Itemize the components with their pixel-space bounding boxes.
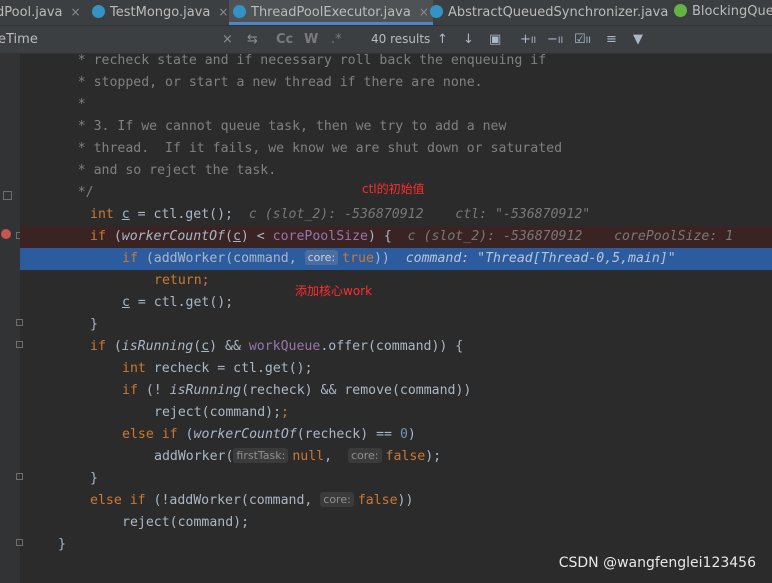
tab-threadpoolexecutor[interactable]: ThreadPoolExecutor.java × xyxy=(229,0,433,25)
close-tab-icon[interactable]: × xyxy=(419,5,429,19)
code-line: reject(command);; xyxy=(154,405,289,420)
code-line: * 3. If we cannot queue task, then we tr… xyxy=(38,119,507,134)
results-count: 40 results xyxy=(371,32,431,46)
tab-testmongo[interactable]: TestMongo.java × xyxy=(92,0,228,25)
next-occurrence-icon[interactable]: ↓ xyxy=(463,26,474,53)
code-line: else if (workerCountOf(recheck) == 0) xyxy=(122,427,416,442)
regex-toggle[interactable]: .* xyxy=(331,26,342,53)
search-input[interactable]: eTime xyxy=(0,26,38,53)
code-line: c = ctl.get(); xyxy=(122,295,234,310)
annotation-add-core-worker: 添加核心work xyxy=(295,284,373,298)
parameter-hint: core: xyxy=(347,448,382,463)
remove-selection-icon[interactable]: −II xyxy=(547,26,563,53)
match-case-toggle[interactable]: Cc xyxy=(276,26,293,53)
java-interface-icon xyxy=(674,4,687,17)
tab-dpool[interactable]: dPool.java × xyxy=(0,0,81,25)
regex-history-icon[interactable]: ⇆ xyxy=(247,26,258,53)
code-line: } xyxy=(90,471,98,486)
code-line: return; xyxy=(154,273,210,288)
open-in-window-icon[interactable]: ▣ xyxy=(489,26,501,53)
code-line: * xyxy=(38,97,86,112)
code-line: addWorker(firstTask: null, core: false); xyxy=(154,448,442,464)
java-class-icon xyxy=(92,5,105,18)
filter-options-icon[interactable]: ≡ xyxy=(606,26,617,53)
code-line: int c = ctl.get(); c (slot_2): -53687091… xyxy=(90,207,591,222)
code-line: int recheck = ctl.get(); xyxy=(122,361,313,376)
code-line: * stopped, or start a new thread if ther… xyxy=(38,75,483,90)
debug-inline-value: c (slot_2): -536870912 corePoolSize: 1 xyxy=(407,229,734,244)
debug-inline-value: c (slot_2): -536870912 ctl: "-536870912" xyxy=(248,207,591,222)
code-line: if (! isRunning(recheck) && remove(comma… xyxy=(122,383,472,398)
editor-gutter xyxy=(0,54,23,583)
code-editor[interactable]: * recheck state and if necessary roll ba… xyxy=(20,53,772,583)
code-line: } xyxy=(90,317,98,332)
select-all-occurrences-icon[interactable]: ☑II xyxy=(574,26,591,53)
code-line: if (isRunning(c) && workQueue.offer(comm… xyxy=(90,339,464,354)
previous-occurrence-icon[interactable]: ↑ xyxy=(437,26,448,53)
code-line-execution-point: if (addWorker(command, core: true)) comma… xyxy=(20,248,772,270)
code-line-breakpoint: if (workerCountOf(c) < corePoolSize) { c… xyxy=(20,226,772,248)
editor-tab-bar: dPool.java × TestMongo.java × ThreadPoolEx… xyxy=(0,0,772,26)
java-class-icon xyxy=(233,5,246,18)
code-line: * recheck state and if necessary roll ba… xyxy=(38,53,547,68)
add-selection-icon[interactable]: +II xyxy=(520,26,536,53)
breakpoint-icon[interactable] xyxy=(1,229,11,239)
tab-abstractqueuedsynchronizer[interactable]: AbstractQueuedSynchronizer.java× xyxy=(430,0,686,25)
clear-search-icon[interactable]: × xyxy=(222,26,233,53)
close-tab-icon[interactable]: × xyxy=(218,5,228,19)
code-line: reject(command); xyxy=(122,515,250,530)
watermark: CSDN @wangfenglei123456 xyxy=(558,555,756,571)
code-line: else if (!addWorker(command, core: false)… xyxy=(90,492,414,508)
words-toggle[interactable]: W xyxy=(304,26,318,53)
parameter-hint: firstTask: xyxy=(233,448,289,463)
debug-inline-value: command: "Thread[Thread-0,5,main]" xyxy=(405,251,676,266)
fold-marker-icon[interactable] xyxy=(3,191,12,200)
parameter-hint: core: xyxy=(320,492,354,507)
code-line: * and so reject the task. xyxy=(38,163,277,178)
tab-blockingqueue[interactable]: BlockingQueu xyxy=(674,0,772,25)
code-line: * thread. If it fails, we know we are sh… xyxy=(38,141,563,156)
java-class-icon xyxy=(430,5,443,18)
code-line: } xyxy=(58,537,66,552)
parameter-hint: core: xyxy=(304,250,339,265)
annotation-ctl-initial-value: ctl的初始值 xyxy=(362,182,425,196)
close-tab-icon[interactable]: × xyxy=(71,5,81,19)
filter-icon[interactable]: ▼ xyxy=(633,26,643,53)
